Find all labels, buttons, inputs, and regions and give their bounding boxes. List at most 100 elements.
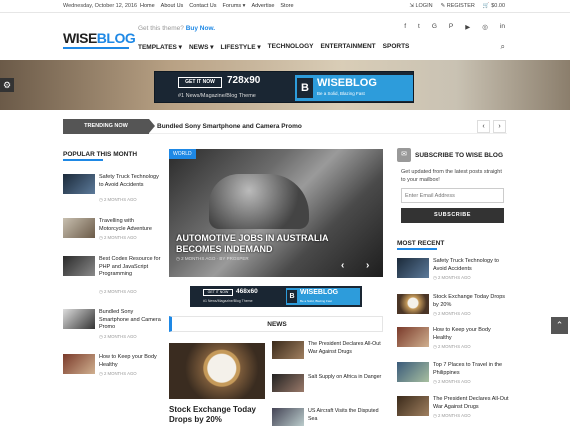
recent-title: The President Declares All-Out War Again… [433, 396, 509, 410]
top-link-forums[interactable]: Forums ▾ [223, 3, 246, 9]
facebook-icon[interactable]: f [404, 23, 406, 31]
slider-category-badge[interactable]: WORLD [169, 149, 196, 159]
ad-cta: GET IT NOW [178, 77, 222, 88]
recent-title: Top 7 Places to Travel in the Philippine… [433, 362, 503, 376]
cart-icon: 🛒 [482, 3, 490, 9]
chevron-left-icon: ‹ [482, 123, 485, 130]
email-field[interactable] [401, 188, 504, 203]
popular-date: ◷ 2 MONTHS AGO [99, 371, 137, 376]
news-item-title: The President Declares All-Out War Again… [308, 341, 381, 355]
login-label: LOGIN [415, 3, 433, 9]
promo-text: Get this theme? [138, 25, 184, 32]
popular-title: Safety Truck Technology to Avoid Acciden… [99, 174, 159, 188]
recent-date: ◷ 2 MONTHS AGO [433, 344, 471, 349]
ad-banner-728[interactable]: GET IT NOW 728x90 #1 News/Magazine/Blog … [154, 71, 414, 103]
recent-thumb [397, 327, 429, 347]
trending-bar: TRENDING NOW Bundled Sony Smartphone and… [63, 119, 507, 134]
gear-icon[interactable]: ⚙ [0, 78, 14, 92]
subscribe-heading: SUBSCRIBE TO WISE BLOG [415, 152, 503, 159]
cart-total: $0.00 [491, 3, 505, 9]
popular-title: Travelling with Motorcycle Adventure [99, 218, 152, 232]
top-link-advertise[interactable]: Advertise [251, 3, 274, 9]
popular-title: Best Codex Resource for PHP and JavaScri… [99, 256, 161, 277]
logo-blog: BLOG [96, 30, 136, 46]
popular-item[interactable]: Safety Truck Technology to Avoid Acciden… [63, 174, 163, 202]
register-icon: ✎ [440, 3, 446, 9]
top-links: Home About Us Contact Us Forums ▾ Advert… [140, 3, 294, 9]
popular-heading: POPULAR THIS MONTH [63, 151, 138, 161]
recent-date: ◷ 2 MONTHS AGO [433, 275, 471, 280]
recent-thumb [397, 294, 429, 314]
recent-title: Safety Truck Technology to Avoid Acciden… [433, 258, 499, 272]
news-item[interactable]: Salt Supply on Africa in Danger [272, 374, 384, 396]
linkedin-icon[interactable]: in [500, 23, 505, 31]
nav-news[interactable]: NEWS ▾ [189, 43, 214, 51]
nav-templates[interactable]: TEMPLATES ▾ [138, 43, 182, 51]
top-link-home[interactable]: Home [140, 3, 155, 9]
ad-banner-468[interactable]: GET IT NOW 468x60 #1 News/Magazine/Blog … [190, 286, 362, 307]
trending-next-button[interactable]: › [493, 120, 506, 133]
popular-thumb [63, 174, 95, 194]
site-logo[interactable]: WISEBLOG [63, 30, 136, 49]
trending-prev-button[interactable]: ‹ [477, 120, 490, 133]
recent-item[interactable]: Stock Exchange Today Drops by 20% ◷ 2 MO… [397, 294, 509, 320]
top-link-store[interactable]: Store [280, 3, 293, 9]
buy-now-link[interactable]: Buy Now. [186, 25, 215, 32]
top-link-contact[interactable]: Contact Us [189, 3, 216, 9]
popular-item[interactable]: How to Keep your Body Healthy ◷ 2 MONTHS… [63, 354, 163, 380]
recent-heading: MOST RECENT [397, 240, 445, 250]
featured-slider[interactable]: WORLD AUTOMOTIVE JOBS IN AUSTRALIA BECOM… [169, 149, 383, 277]
chevron-up-icon: ⌃ [555, 320, 564, 330]
recent-title: Stock Exchange Today Drops by 20% [433, 294, 506, 308]
news-thumb [272, 341, 304, 359]
news-lead-title[interactable]: Stock Exchange Today Drops by 20% [169, 405, 269, 425]
trending-label: TRENDING NOW [63, 119, 155, 134]
pinterest-icon[interactable]: P [449, 23, 453, 31]
current-date: Wednesday, October 12, 2016 [63, 3, 138, 9]
main-nav: TEMPLATES ▾ NEWS ▾ LIFESTYLE ▾ TECHNOLOG… [138, 43, 409, 51]
slider-title[interactable]: AUTOMOTIVE JOBS IN AUSTRALIA BECOMES IND… [176, 233, 376, 255]
google-plus-icon[interactable]: G [432, 23, 437, 31]
slider-prev-icon[interactable]: ‹ [341, 260, 344, 271]
popular-item[interactable]: Bundled Sony Smartphone and Camera Promo… [63, 309, 163, 339]
recent-date: ◷ 2 MONTHS AGO [433, 311, 471, 316]
popular-item[interactable]: Best Codex Resource for PHP and JavaScri… [63, 256, 163, 294]
instagram-icon[interactable]: ◎ [482, 23, 488, 31]
recent-date: ◷ 2 MONTHS AGO [433, 379, 471, 384]
ad-brand: B WISEBLOG Be a Solid, Blazing Fast [286, 288, 360, 305]
nav-lifestyle[interactable]: LIFESTYLE ▾ [221, 43, 261, 51]
register-link[interactable]: ✎ REGISTER [441, 3, 475, 9]
trending-headline[interactable]: Bundled Sony Smartphone and Camera Promo [157, 123, 302, 130]
nav-technology[interactable]: TECHNOLOGY [268, 43, 314, 51]
popular-item[interactable]: Travelling with Motorcycle Adventure ◷ 2… [63, 218, 163, 244]
popular-thumb [63, 256, 95, 276]
recent-item[interactable]: How to Keep your Body Healthy ◷ 2 MONTHS… [397, 327, 509, 353]
subscribe-header: ✉ SUBSCRIBE TO WISE BLOG [397, 148, 507, 162]
youtube-icon[interactable]: ▶ [465, 23, 470, 31]
slider-next-icon[interactable]: › [366, 260, 369, 271]
twitter-icon[interactable]: t [418, 23, 420, 31]
news-item[interactable]: The President Declares All-Out War Again… [272, 341, 384, 363]
news-thumb [272, 374, 304, 392]
subscribe-description: Get updated from the latest posts straig… [401, 169, 502, 183]
nav-entertainment[interactable]: ENTERTAINMENT [321, 43, 376, 51]
recent-item[interactable]: The President Declares All-Out War Again… [397, 396, 509, 422]
logo-wise: WISE [63, 30, 97, 46]
recent-date: ◷ 2 MONTHS AGO [433, 413, 471, 418]
ad-brand-name: WISEBLOG [300, 289, 339, 296]
nav-sports[interactable]: SPORTS [383, 43, 410, 51]
chevron-right-icon: › [498, 123, 501, 130]
news-lead-image[interactable] [169, 343, 265, 399]
recent-item[interactable]: Safety Truck Technology to Avoid Acciden… [397, 258, 509, 284]
ad-subtitle: #1 News/Magazine/Blog Theme [178, 93, 256, 99]
recent-title: How to Keep your Body Healthy [433, 327, 491, 341]
cart-link[interactable]: 🛒 $0.00 [483, 3, 505, 9]
subscribe-button[interactable]: SUBSCRIBE [401, 208, 504, 223]
top-link-about[interactable]: About Us [161, 3, 184, 9]
search-icon[interactable]: ⌕ [501, 42, 505, 52]
popular-date: ◷ 2 MONTHS AGO [99, 334, 137, 339]
login-link[interactable]: ⇲ LOGIN [409, 3, 432, 9]
back-to-top-button[interactable]: ⌃ [551, 317, 568, 334]
recent-item[interactable]: Top 7 Places to Travel in the Philippine… [397, 362, 509, 388]
news-item[interactable]: US Aircraft Visits the Disputed Sea [272, 408, 384, 430]
